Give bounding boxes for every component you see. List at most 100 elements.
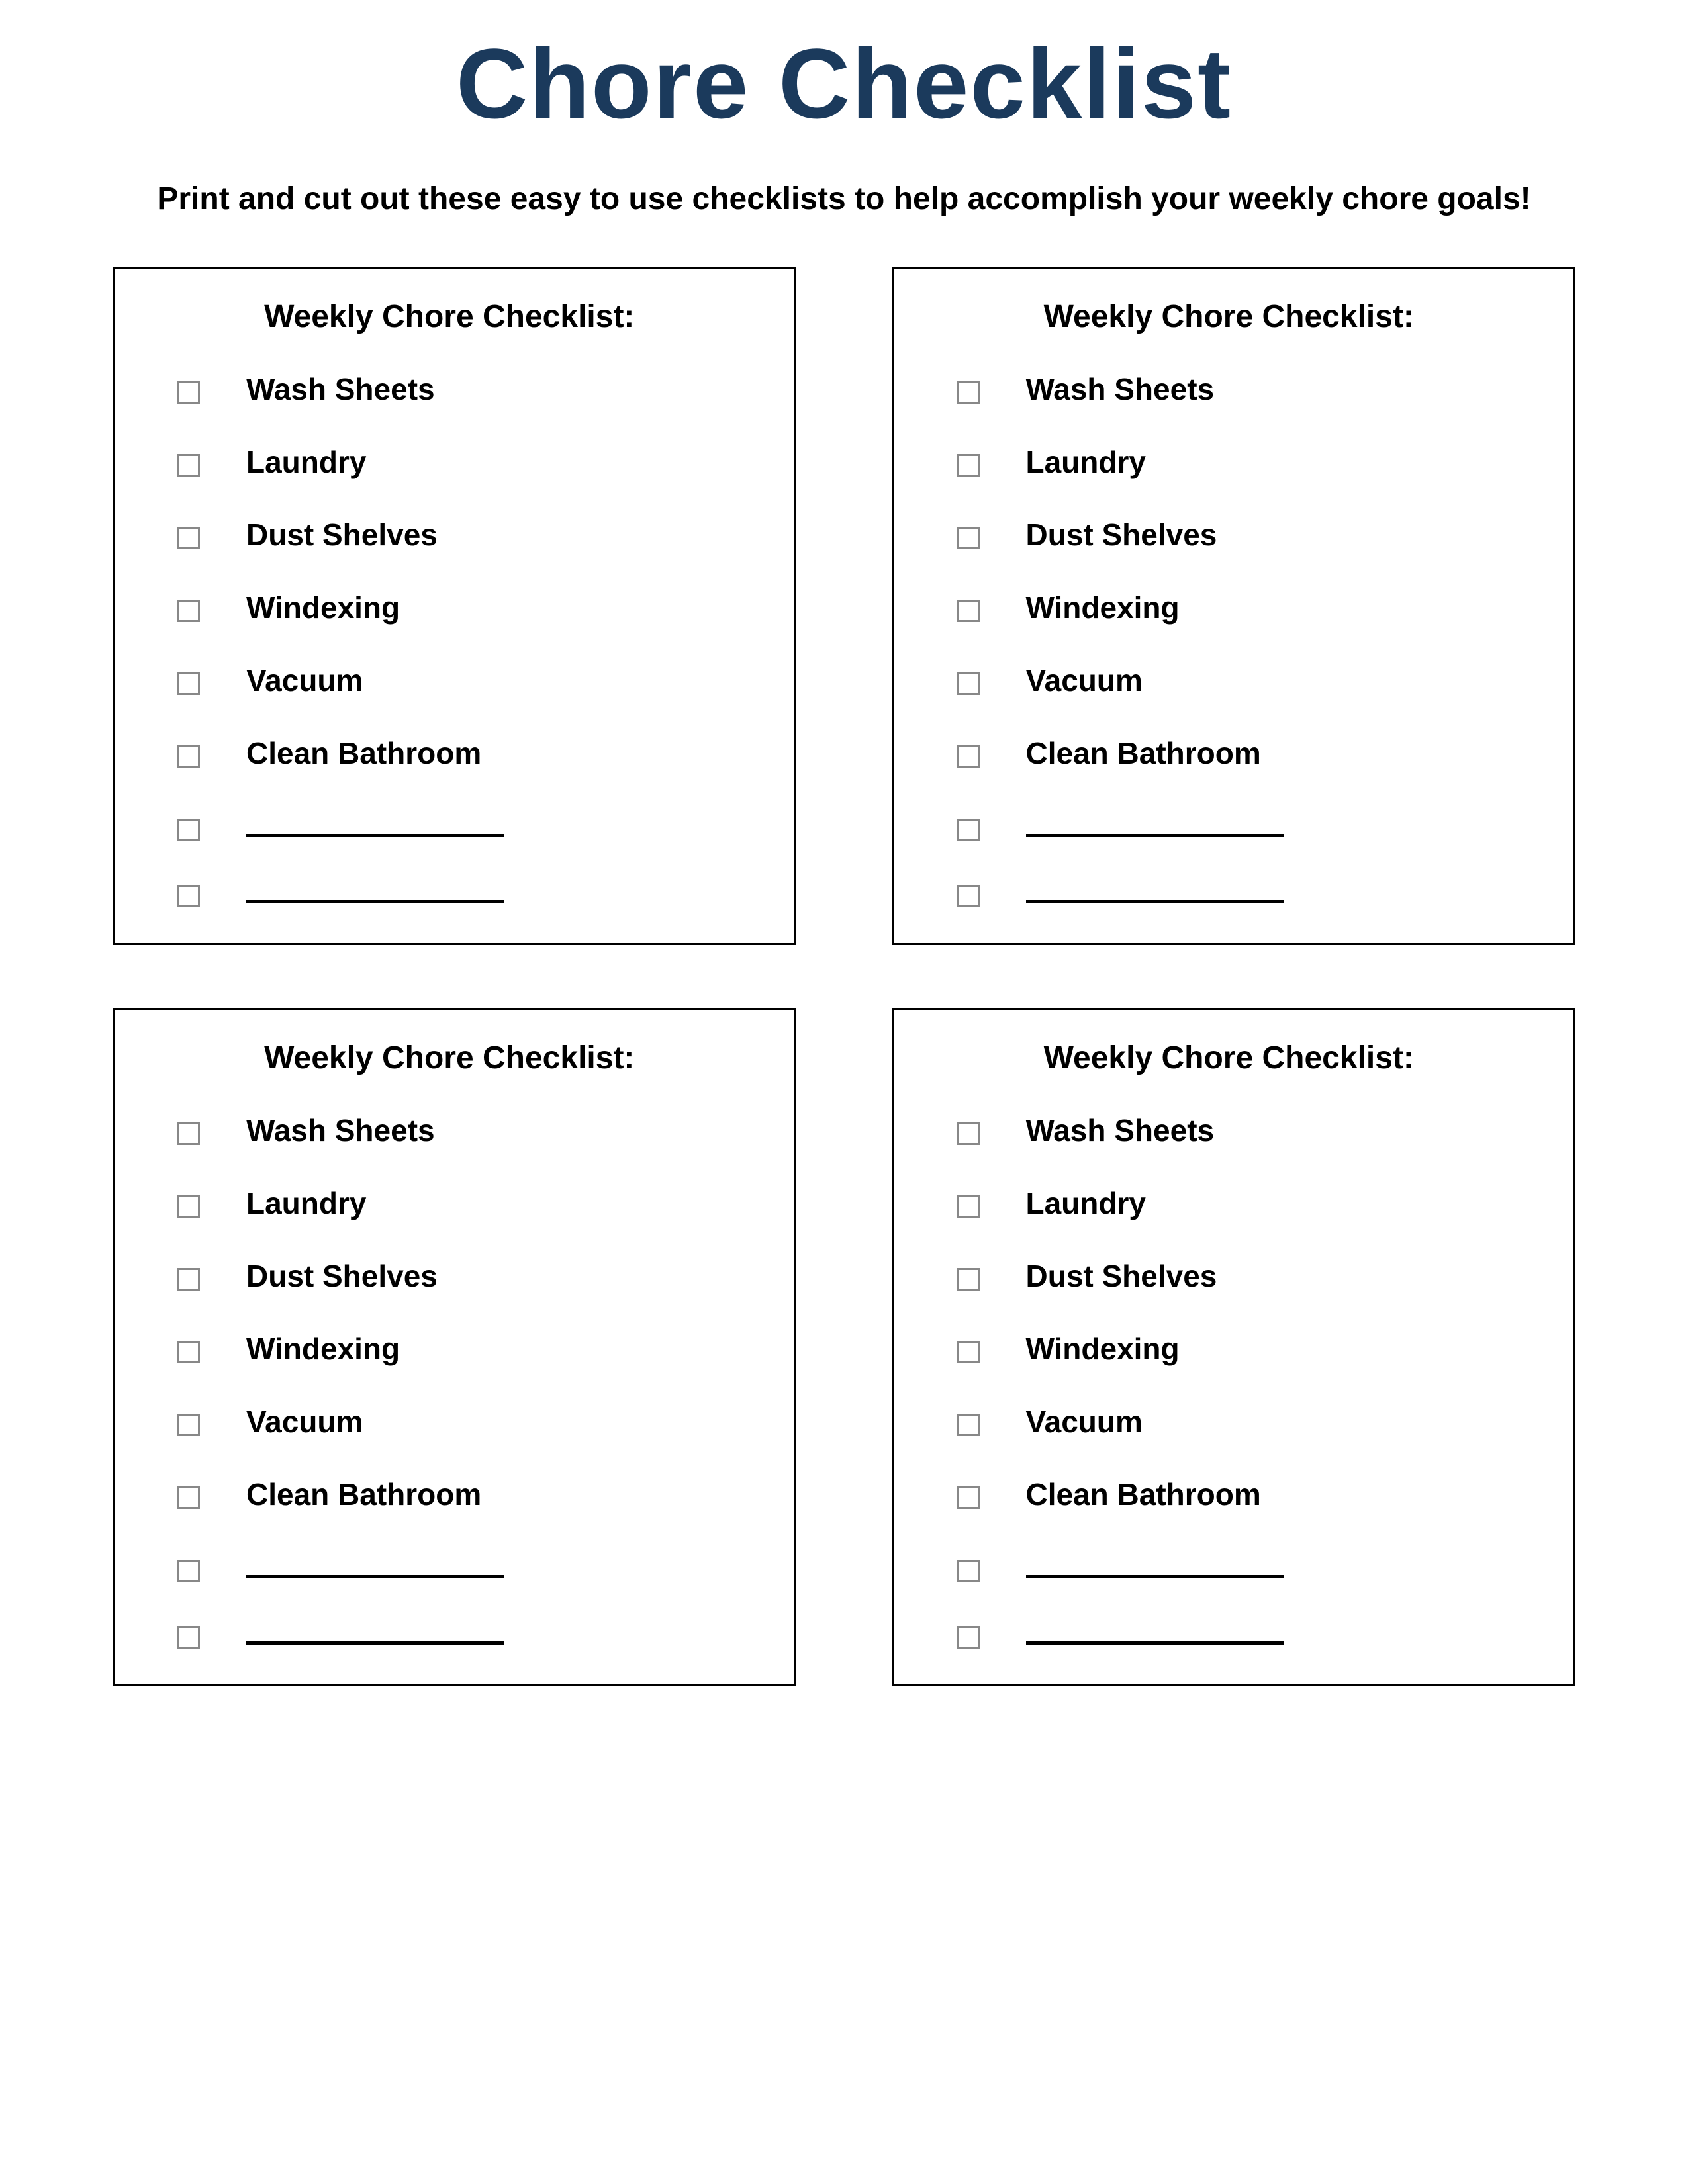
checkbox-icon[interactable] [957, 885, 980, 907]
checkbox-icon[interactable] [177, 1341, 200, 1363]
chore-row [148, 1549, 751, 1578]
chore-row: Vacuum [927, 662, 1531, 698]
chore-row [927, 808, 1531, 837]
chore-row: Vacuum [148, 1404, 751, 1439]
checkbox-icon[interactable] [177, 1268, 200, 1291]
chore-row [927, 1549, 1531, 1578]
checkbox-icon[interactable] [957, 600, 980, 622]
checkbox-icon[interactable] [957, 819, 980, 841]
chore-row [148, 808, 751, 837]
checkbox-icon[interactable] [177, 1626, 200, 1649]
checkbox-icon[interactable] [957, 527, 980, 549]
chore-row: Wash Sheets [927, 1113, 1531, 1148]
checkbox-icon[interactable] [957, 454, 980, 477]
blank-line[interactable] [1026, 1549, 1284, 1578]
chore-row [927, 874, 1531, 903]
checkbox-icon[interactable] [177, 1122, 200, 1145]
checkbox-icon[interactable] [957, 1626, 980, 1649]
page-title: Chore Checklist [113, 26, 1575, 141]
checkbox-icon[interactable] [957, 1486, 980, 1509]
checkbox-icon[interactable] [177, 672, 200, 695]
checkbox-icon[interactable] [177, 819, 200, 841]
chore-row: Clean Bathroom [148, 735, 751, 771]
chore-row [148, 874, 751, 903]
chore-label: Windexing [246, 590, 400, 625]
chore-row: Dust Shelves [927, 517, 1531, 553]
chore-row: Dust Shelves [927, 1258, 1531, 1294]
checklist-card: Weekly Chore Checklist:Wash SheetsLaundr… [113, 1008, 796, 1686]
chore-label: Wash Sheets [246, 371, 435, 407]
checkbox-icon[interactable] [957, 1560, 980, 1582]
checkbox-icon[interactable] [177, 600, 200, 622]
blank-line[interactable] [246, 808, 504, 837]
blank-line[interactable] [1026, 808, 1284, 837]
checkbox-icon[interactable] [177, 527, 200, 549]
checkbox-icon[interactable] [177, 885, 200, 907]
checklist-card: Weekly Chore Checklist:Wash SheetsLaundr… [892, 1008, 1576, 1686]
card-title: Weekly Chore Checklist: [148, 298, 751, 335]
card-title: Weekly Chore Checklist: [927, 298, 1531, 335]
checkbox-icon[interactable] [177, 1486, 200, 1509]
checkbox-icon[interactable] [957, 1414, 980, 1436]
chore-label: Clean Bathroom [246, 735, 481, 771]
chore-label: Vacuum [246, 662, 363, 698]
chore-row: Vacuum [148, 662, 751, 698]
chore-label: Clean Bathroom [246, 1477, 481, 1512]
checkbox-icon[interactable] [177, 1195, 200, 1218]
blank-line[interactable] [1026, 1615, 1284, 1645]
checklist-grid: Weekly Chore Checklist: Wash Sheets Laundr… [113, 267, 1575, 1686]
blank-line[interactable] [246, 1615, 504, 1645]
blank-line[interactable] [1026, 874, 1284, 903]
checkbox-icon[interactable] [177, 1414, 200, 1436]
checkbox-icon[interactable] [177, 745, 200, 768]
chore-label: Laundry [1026, 1185, 1146, 1221]
checkbox-icon[interactable] [957, 381, 980, 404]
chore-row [148, 1615, 751, 1645]
checklist-card: Weekly Chore Checklist: Wash Sheets Laundr… [113, 267, 796, 945]
chore-row: Clean Bathroom [927, 1477, 1531, 1512]
chore-label: Dust Shelves [246, 1258, 438, 1294]
checkbox-icon[interactable] [957, 745, 980, 768]
checkbox-icon[interactable] [177, 381, 200, 404]
checkbox-icon[interactable] [957, 1341, 980, 1363]
chore-label: Dust Shelves [1026, 517, 1217, 553]
chore-row: Windexing [148, 1331, 751, 1367]
chore-row: Clean Bathroom [148, 1477, 751, 1512]
chore-row: Dust Shelves [148, 517, 751, 553]
chore-row: Wash Sheets [927, 371, 1531, 407]
chore-label: Laundry [1026, 444, 1146, 480]
blank-line[interactable] [246, 874, 504, 903]
chore-label: Clean Bathroom [1026, 1477, 1261, 1512]
chore-row: Dust Shelves [148, 1258, 751, 1294]
chore-row: Laundry [148, 444, 751, 480]
page-subtitle: Print and cut out these easy to use chec… [113, 181, 1575, 217]
chore-label: Wash Sheets [246, 1113, 435, 1148]
chore-label: Wash Sheets [1026, 371, 1215, 407]
chore-row: Clean Bathroom [927, 735, 1531, 771]
checkbox-icon[interactable] [177, 1560, 200, 1582]
chore-label: Vacuum [1026, 662, 1143, 698]
blank-line[interactable] [246, 1549, 504, 1578]
checkbox-icon[interactable] [957, 672, 980, 695]
chore-row [927, 1615, 1531, 1645]
chore-label: Vacuum [1026, 1404, 1143, 1439]
chore-label: Wash Sheets [1026, 1113, 1215, 1148]
page: Chore Checklist Print and cut out these … [0, 0, 1688, 1686]
checkbox-icon[interactable] [957, 1195, 980, 1218]
checkbox-icon[interactable] [177, 454, 200, 477]
chore-label: Vacuum [246, 1404, 363, 1439]
chore-row: Vacuum [927, 1404, 1531, 1439]
chore-label: Dust Shelves [1026, 1258, 1217, 1294]
checklist-card: Weekly Chore Checklist: Wash Sheets Laundr… [892, 267, 1576, 945]
chore-label: Windexing [1026, 1331, 1180, 1367]
chore-row: Wash Sheets [148, 1113, 751, 1148]
checkbox-icon[interactable] [957, 1122, 980, 1145]
chore-row: Windexing [927, 590, 1531, 625]
checkbox-icon[interactable] [957, 1268, 980, 1291]
chore-label: Laundry [246, 444, 366, 480]
chore-label: Windexing [246, 1331, 400, 1367]
chore-row: Laundry [148, 1185, 751, 1221]
chore-label: Windexing [1026, 590, 1180, 625]
chore-label: Clean Bathroom [1026, 735, 1261, 771]
chore-row: Laundry [927, 444, 1531, 480]
